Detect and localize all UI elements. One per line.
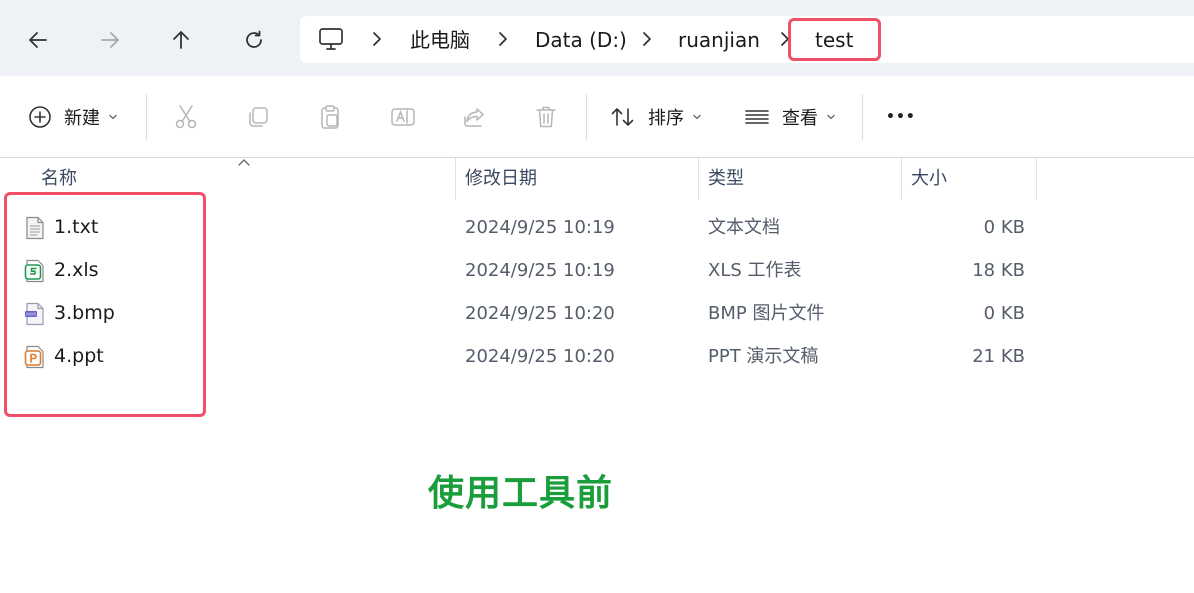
share-icon [464, 108, 484, 127]
column-divider[interactable] [1036, 158, 1037, 200]
share-button[interactable] [462, 98, 488, 136]
address-bar[interactable]: 此电脑 Data (D:) ruanjian test [300, 16, 1194, 63]
plus-circle-icon [29, 106, 51, 128]
column-divider[interactable] [455, 158, 456, 200]
toolbar-divider [586, 94, 587, 140]
back-button[interactable] [20, 22, 56, 58]
refresh-button[interactable] [236, 22, 272, 58]
toolbar-divider [862, 94, 863, 140]
copy-button[interactable] [246, 98, 270, 136]
file-type: BMP 图片文件 [708, 303, 825, 324]
file-modified: 2024/9/25 10:20 [465, 303, 615, 324]
more-icon: ••• [886, 109, 916, 125]
new-button-label: 新建 [64, 108, 100, 129]
file-size: 21 KB [972, 346, 1025, 367]
trash-icon [536, 106, 556, 128]
rename-icon [391, 108, 415, 126]
refresh-icon [246, 30, 262, 48]
file-size: 0 KB [983, 303, 1025, 324]
clipboard-icon [321, 105, 339, 129]
file-type: 文本文档 [708, 217, 780, 238]
files-highlight-box [4, 192, 206, 417]
chevron-down-icon [827, 114, 835, 120]
toolbar-divider [146, 94, 147, 140]
scissors-icon [175, 105, 197, 129]
copy-icon [249, 107, 268, 127]
sort-button-label: 排序 [648, 108, 684, 129]
file-type: PPT 演示文稿 [708, 346, 819, 367]
file-size: 18 KB [972, 260, 1025, 281]
column-header-modified[interactable]: 修改日期 [465, 158, 537, 200]
new-button[interactable]: 新建 [28, 98, 118, 136]
forward-button[interactable] [92, 22, 128, 58]
file-size: 0 KB [983, 217, 1025, 238]
computer-icon[interactable] [318, 26, 344, 52]
command-toolbar: 新建 排序 查看 ••• [0, 76, 1194, 158]
column-divider[interactable] [901, 158, 902, 200]
chevron-down-icon [693, 114, 701, 120]
paste-button[interactable] [318, 98, 342, 136]
current-folder-highlight [788, 18, 881, 61]
arrow-left-icon [29, 32, 47, 48]
chevron-right-icon[interactable] [496, 29, 510, 49]
breadcrumb-data-drive[interactable]: Data (D:) [535, 28, 627, 52]
list-view-icon [745, 110, 769, 124]
sort-arrows-icon [611, 108, 634, 126]
column-header-size[interactable]: 大小 [911, 158, 947, 200]
chevron-right-icon[interactable] [640, 29, 654, 49]
sort-ascending-icon [238, 159, 250, 166]
arrow-up-icon [173, 31, 189, 49]
before-tool-caption: 使用工具前 [428, 473, 614, 514]
chevron-down-icon [109, 114, 117, 120]
file-type: XLS 工作表 [708, 260, 802, 281]
arrow-right-icon [101, 32, 119, 48]
column-header-type[interactable]: 类型 [708, 158, 744, 200]
sort-button[interactable]: 排序 [610, 98, 702, 136]
file-modified: 2024/9/25 10:19 [465, 217, 615, 238]
chevron-right-icon[interactable] [370, 29, 384, 49]
file-modified: 2024/9/25 10:20 [465, 346, 615, 367]
view-button-label: 查看 [782, 108, 818, 129]
rename-button[interactable] [390, 98, 416, 136]
navigation-bar: 此电脑 Data (D:) ruanjian test [0, 0, 1194, 76]
column-divider[interactable] [698, 158, 699, 200]
view-button[interactable]: 查看 [744, 98, 836, 136]
breadcrumb-this-pc[interactable]: 此电脑 [410, 28, 470, 52]
up-button[interactable] [163, 22, 199, 58]
delete-button[interactable] [534, 98, 558, 136]
more-options-button[interactable]: ••• [886, 98, 916, 136]
file-modified: 2024/9/25 10:19 [465, 260, 615, 281]
breadcrumb-ruanjian[interactable]: ruanjian [678, 28, 760, 52]
cut-button[interactable] [174, 98, 198, 136]
